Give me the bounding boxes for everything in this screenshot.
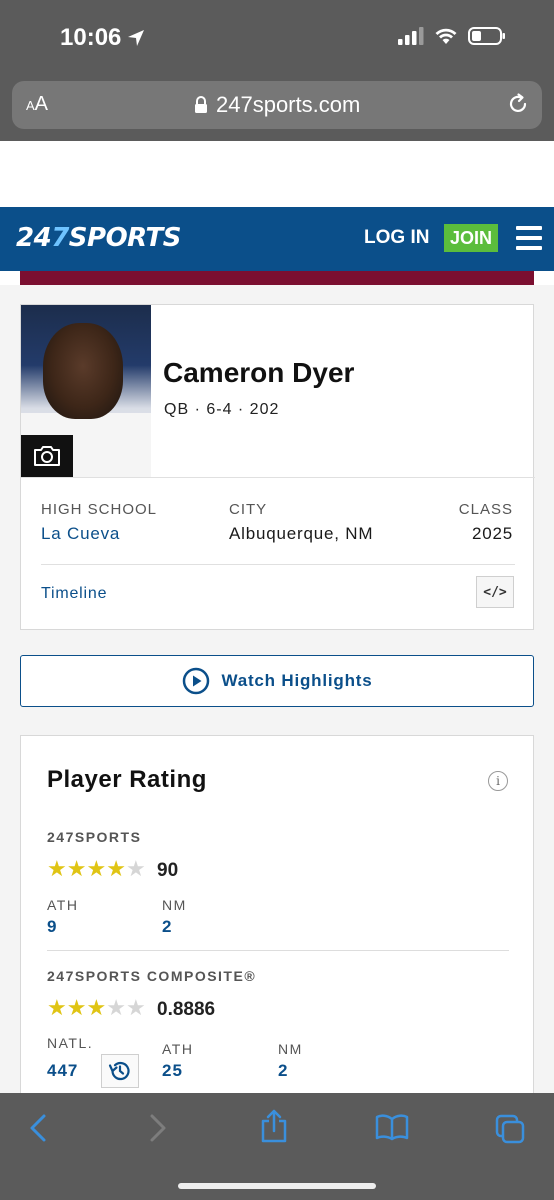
cellular-signal-icon [398,27,424,45]
url-display[interactable]: 247sports.com [194,92,360,118]
composite-rating-label: 247SPORTS COMPOSITE® [47,968,257,984]
camera-icon [34,446,60,466]
timeline-link[interactable]: Timeline [41,585,107,603]
embed-code-button[interactable]: </> [476,576,514,608]
divider [47,950,509,951]
player-profile-card: Cameron Dyer QB · 6-4 · 202 HIGH SCHOOL … [20,304,535,630]
status-time-text: 10:06 [60,24,122,51]
position-rank-label: ATH [47,897,79,913]
composite-position-rank-value[interactable]: 25 [162,1061,183,1081]
url-text: 247sports.com [216,92,361,117]
national-rank-value[interactable]: 447 [47,1061,78,1081]
state-rank-label: NM [162,897,187,913]
composite-state-rank-value[interactable]: 2 [278,1061,288,1081]
reader-aa-button[interactable]: AA [26,93,48,116]
status-time: 10:06 [60,24,145,52]
watch-highlights-button[interactable]: Watch Highlights [20,655,534,707]
home-indicator [178,1183,376,1189]
star-filled-icon: ★ [47,856,67,881]
star-empty-icon: ★ [125,995,146,1020]
composite-position-rank-label: ATH [162,1041,194,1057]
player-meta: QB · 6-4 · 202 [164,401,280,418]
share-button[interactable] [260,1109,288,1148]
logo-prefix: 24 [16,223,52,253]
tabs-button[interactable] [494,1113,526,1150]
share-icon [261,1109,287,1143]
site-header: 247SPORTS LOG IN JOIN [0,207,554,271]
city-label: CITY [229,501,268,518]
star-filled-icon: ★ [66,995,87,1020]
national-rank-label: NATL. [47,1035,94,1051]
login-link[interactable]: LOG IN [364,227,429,249]
watch-highlights-label: Watch Highlights [221,671,373,690]
class-label: CLASS [458,501,513,518]
back-button[interactable] [28,1113,50,1148]
high-school-link[interactable]: La Cueva [41,524,120,544]
lock-icon [195,96,207,113]
forward-button[interactable] [146,1113,168,1148]
location-arrow-icon [128,30,145,46]
status-icons [398,26,506,46]
star-empty-icon: ★ [106,995,126,1020]
bookmarks-icon [375,1114,409,1141]
state-rank-value[interactable]: 2 [162,917,172,937]
247sports-score: 90 [157,860,179,881]
star-filled-icon: ★ [106,856,126,881]
star-filled-icon: ★ [86,995,107,1020]
team-color-band [20,271,534,285]
browser-top-chrome: 10:06 AA 247sports.com [0,0,554,141]
tabs-icon [495,1114,525,1144]
reload-button[interactable] [506,92,530,121]
star-filled-icon: ★ [47,995,67,1020]
player-name: Cameron Dyer [163,357,355,388]
logo-suffix: SPORTS [68,223,182,253]
city-value: Albuquerque, NM [229,524,374,543]
composite-score: 0.8886 [157,999,216,1020]
player-rating-card: Player Rating i 247SPORTS ★ ★ ★ ★ ★ 90 ATH 9… [20,735,534,1093]
hamburger-menu-icon[interactable] [516,226,542,250]
247sports-star-rating: ★ ★ ★ ★ ★ [47,858,146,880]
info-icon[interactable]: i [488,771,508,791]
forward-icon [150,1114,166,1142]
photo-gallery-button[interactable] [21,435,73,477]
wifi-icon [435,28,457,44]
composite-state-rank-label: NM [278,1041,303,1057]
star-empty-icon: ★ [125,856,146,881]
aa-large-label: A [34,93,49,115]
aa-small-label: A [26,98,35,113]
reload-icon [509,93,527,113]
star-filled-icon: ★ [66,856,87,881]
rank-history-button[interactable] [101,1054,139,1088]
247sports-rating-label: 247SPORTS [47,829,142,845]
player-face-shape [43,323,123,419]
history-icon [108,1061,130,1081]
position-rank-value[interactable]: 9 [47,917,57,937]
play-circle-icon [182,667,209,695]
composite-star-rating: ★ ★ ★ ★ ★ [47,997,146,1019]
battery-icon [468,27,505,45]
back-icon [30,1114,46,1142]
divider [21,477,535,478]
star-filled-icon: ★ [86,856,107,881]
class-value: 2025 [471,524,513,543]
player-photo[interactable] [21,305,151,477]
join-button[interactable]: JOIN [444,224,498,252]
address-bar[interactable]: AA 247sports.com [12,81,542,129]
bookmarks-button[interactable] [375,1113,409,1146]
ad-space [0,141,554,207]
rating-title: Player Rating [47,766,207,793]
logo-seven: 7 [51,223,69,253]
high-school-label: HIGH SCHOOL [41,501,158,518]
site-logo[interactable]: 247SPORTS [16,223,181,253]
divider [41,564,515,565]
